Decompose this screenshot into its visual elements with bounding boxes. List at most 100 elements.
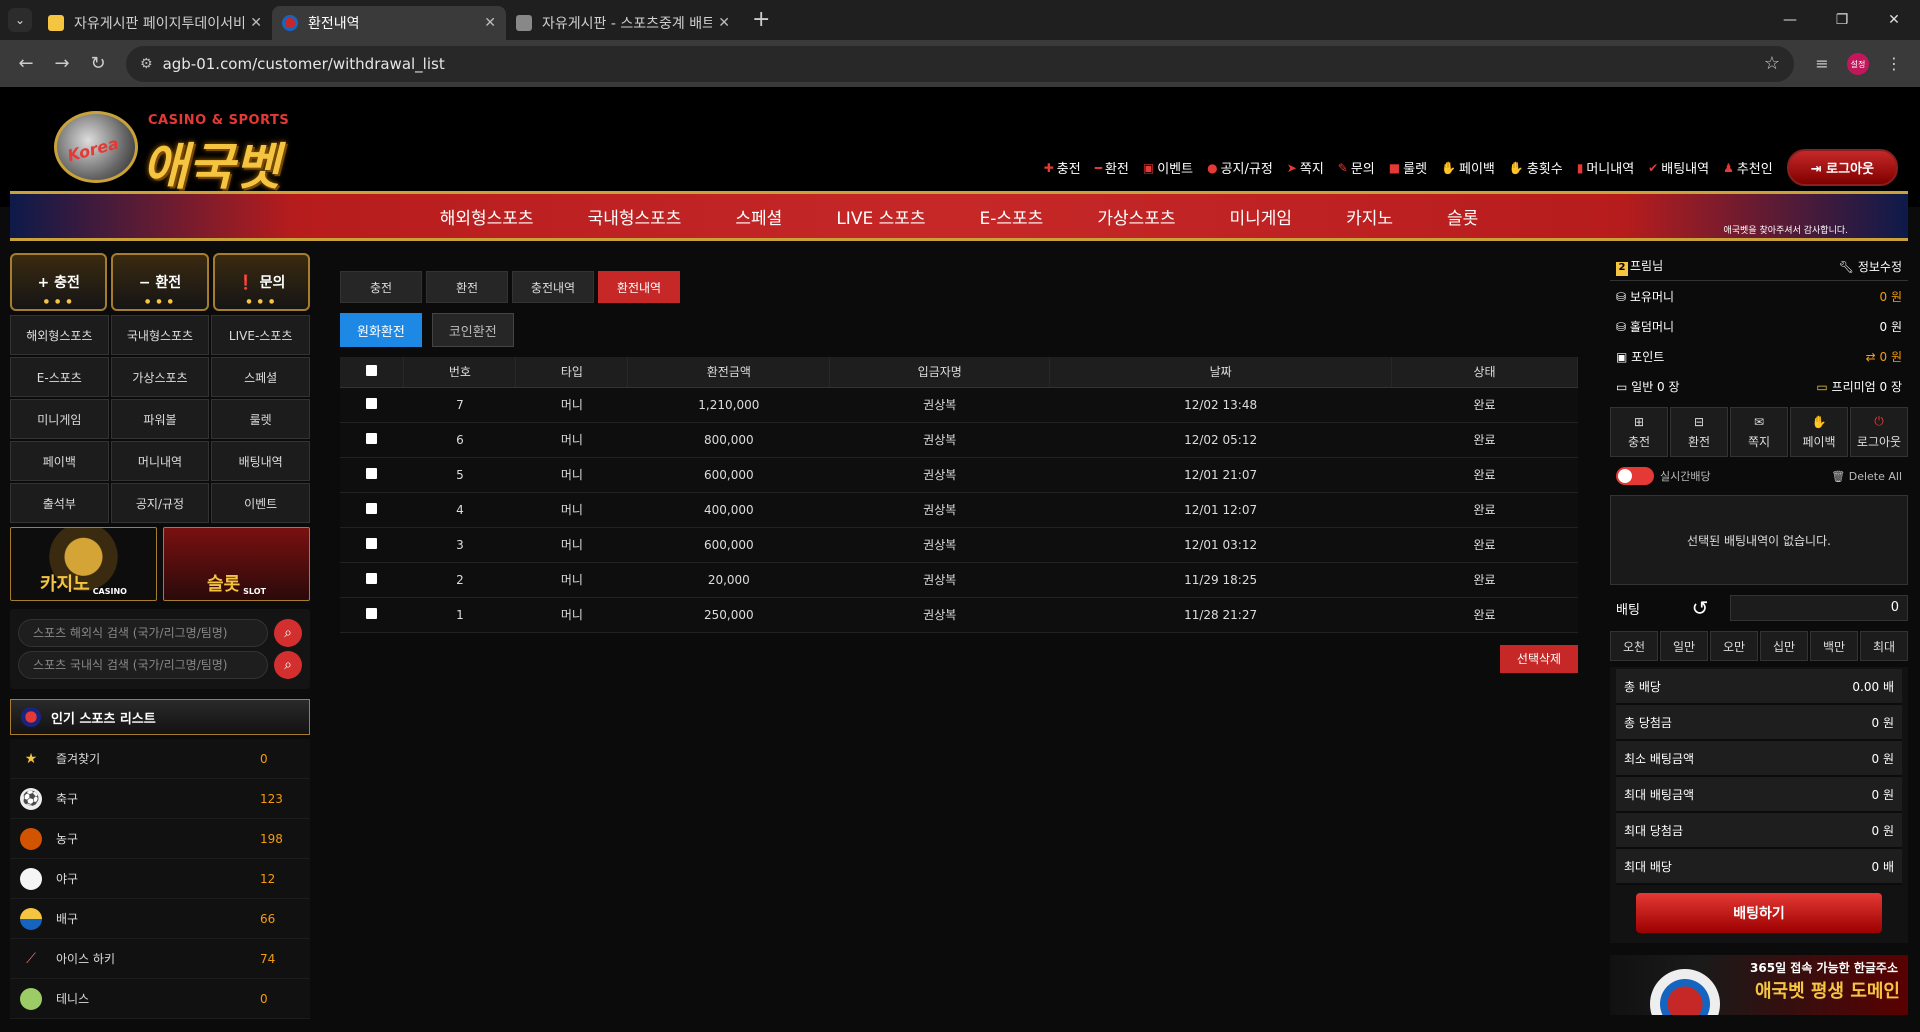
topmenu-message[interactable]: ➤ 쪽지 (1287, 158, 1324, 178)
left-menu-item[interactable]: LIVE-스포츠 (211, 315, 310, 355)
point-convert[interactable]: ⇄ 0 원 (1866, 348, 1902, 365)
slot-banner[interactable]: 슬롯 SLOT (163, 527, 310, 601)
new-tab-button[interactable]: + (752, 7, 770, 32)
sport-row[interactable]: ★ 즐겨찾기 0 (10, 739, 310, 779)
topmenu-charge[interactable]: ✚ 충전 (1044, 158, 1081, 178)
topmenu-charge-count[interactable]: ✋ 충횟수 (1509, 158, 1563, 178)
nav-overseas-sports[interactable]: 해외형스포츠 (440, 204, 534, 229)
topmenu-withdraw[interactable]: ━ 환전 (1095, 158, 1129, 178)
left-menu-item[interactable]: 미니게임 (10, 399, 109, 439)
left-menu-item[interactable]: 룰렛 (211, 399, 310, 439)
tab-withdraw[interactable]: 환전 (426, 271, 508, 303)
topmenu-inquiry[interactable]: ✎ 문의 (1338, 158, 1375, 178)
minimize-icon[interactable]: — (1764, 0, 1816, 40)
action-withdraw-button[interactable]: ⊟ 환전 (1670, 407, 1728, 457)
sport-row[interactable]: 배구 66 (10, 899, 310, 939)
amount-50000-button[interactable]: 오만 (1710, 631, 1758, 661)
action-charge-button[interactable]: ⊞ 충전 (1610, 407, 1668, 457)
nav-special[interactable]: 스페셜 (735, 204, 782, 229)
nav-live-sports[interactable]: LIVE 스포츠 (836, 204, 925, 229)
tab-search-dropdown[interactable]: ⌄ (8, 8, 32, 32)
reload-icon[interactable]: ↻ (80, 53, 116, 74)
left-menu-item[interactable]: 파워볼 (110, 399, 210, 439)
left-menu-item[interactable]: 국내형스포츠 (110, 315, 210, 355)
left-menu-item[interactable]: 페이백 (10, 441, 109, 481)
overseas-search-input[interactable]: 스포츠 해외식 검색 (국가/리그명/팀명) (18, 619, 268, 647)
action-logout-button[interactable]: ⏻ 로그아웃 (1850, 407, 1908, 457)
close-tab-icon[interactable]: ✕ (484, 15, 496, 31)
place-bet-button[interactable]: 배팅하기 (1636, 893, 1882, 933)
row-checkbox[interactable] (340, 492, 404, 528)
sport-row[interactable]: 농구 198 (10, 819, 310, 859)
edit-profile-link[interactable]: 🔧︎ 정보수정 (1839, 258, 1902, 275)
site-info-icon[interactable]: ⚙ (140, 56, 153, 72)
nav-casino[interactable]: 카지노 (1346, 204, 1393, 229)
nav-minigame[interactable]: 미니게임 (1230, 204, 1293, 229)
action-payback-button[interactable]: ✋ 페이백 (1790, 407, 1848, 457)
quick-inquiry-button[interactable]: ❗ 문의 (212, 253, 310, 311)
row-checkbox[interactable] (340, 597, 404, 633)
row-checkbox[interactable] (340, 422, 404, 458)
realtime-odds-toggle[interactable] (1616, 467, 1654, 485)
close-tab-icon[interactable]: ✕ (718, 15, 730, 31)
left-menu-item[interactable]: 공지/규정 (110, 483, 210, 523)
topmenu-roulette[interactable]: ■ 룰렛 (1389, 158, 1427, 178)
bet-amount-input[interactable]: 0 (1730, 595, 1908, 621)
topmenu-money-history[interactable]: ▮ 머니내역 (1577, 158, 1634, 178)
left-menu-item[interactable]: 머니내역 (110, 441, 210, 481)
left-menu-item[interactable]: 배팅내역 (211, 441, 310, 481)
nav-slot[interactable]: 슬롯 (1447, 204, 1478, 229)
nav-esports[interactable]: E-스포츠 (980, 204, 1044, 229)
reset-icon[interactable]: ↺ (1670, 596, 1730, 620)
left-menu-item[interactable]: E-스포츠 (10, 357, 109, 397)
tab-charge-history[interactable]: 충전내역 (512, 271, 594, 303)
sport-row[interactable]: 야구 12 (10, 859, 310, 899)
close-window-icon[interactable]: ✕ (1868, 0, 1920, 40)
topmenu-bet-history[interactable]: ✔ 배팅내역 (1648, 158, 1709, 178)
url-field[interactable]: ⚙ agb-01.com/customer/withdrawal_list ☆ (126, 45, 1794, 82)
restore-icon[interactable]: ❐ (1816, 0, 1868, 40)
amount-5000-button[interactable]: 오천 (1610, 631, 1658, 661)
select-all-checkbox[interactable] (340, 357, 405, 388)
topmenu-event[interactable]: ▣ 이벤트 (1143, 158, 1193, 178)
topmenu-payback[interactable]: ✋ 페이백 (1441, 158, 1495, 178)
delete-all-button[interactable]: 🗑︎ Delete All (1831, 470, 1902, 483)
browser-tab-1[interactable]: 자유게시판 페이지투데이서비 ✕ (38, 6, 272, 40)
subtab-coin[interactable]: 코인환전 (431, 313, 514, 347)
nav-virtual-sports[interactable]: 가상스포츠 (1097, 204, 1175, 229)
browser-tab-3[interactable]: 자유게시판 - 스포츠중계 배트맨 ✕ (506, 6, 740, 40)
left-menu-item[interactable]: 가상스포츠 (110, 357, 210, 397)
amount-100000-button[interactable]: 십만 (1760, 631, 1808, 661)
sport-row[interactable]: ⚽ 축구 123 (10, 779, 310, 819)
search-icon[interactable]: ⌕ (274, 651, 302, 679)
left-menu-item[interactable]: 이벤트 (211, 483, 310, 523)
tab-withdraw-history[interactable]: 환전내역 (598, 271, 680, 303)
casino-banner[interactable]: 카지노 CASINO (10, 527, 157, 601)
row-checkbox[interactable] (340, 457, 404, 493)
domestic-search-input[interactable]: 스포츠 국내식 검색 (국가/리그명/팀명) (18, 651, 268, 679)
forward-icon[interactable]: → (44, 53, 80, 74)
left-menu-item[interactable]: 출석부 (10, 483, 109, 523)
row-checkbox[interactable] (340, 562, 404, 598)
back-icon[interactable]: ← (8, 53, 44, 74)
subtab-krw[interactable]: 원화환전 (340, 313, 422, 347)
quick-withdraw-button[interactable]: − 환전 (111, 253, 209, 311)
bookmark-star-icon[interactable]: ☆ (1764, 53, 1780, 74)
nav-domestic-sports[interactable]: 국내형스포츠 (588, 204, 682, 229)
tab-charge[interactable]: 충전 (340, 271, 422, 303)
logout-button[interactable]: ⇥ 로그아웃 (1786, 149, 1898, 186)
left-menu-item[interactable]: 해외형스포츠 (10, 315, 109, 355)
topmenu-referral[interactable]: ♟ 추천인 (1723, 158, 1773, 178)
domain-ad-banner[interactable]: 365일 접속 가능한 한글주소 애국벳 평생 도메인 (1610, 955, 1908, 1015)
row-checkbox[interactable] (340, 527, 404, 563)
topmenu-notice[interactable]: ● 공지/규정 (1207, 158, 1273, 178)
quick-charge-button[interactable]: + 충전 (10, 253, 108, 311)
row-checkbox[interactable] (340, 387, 404, 423)
close-tab-icon[interactable]: ✕ (250, 15, 262, 31)
delete-selected-button[interactable]: 선택삭제 (1500, 644, 1578, 673)
amount-max-button[interactable]: 최대 (1860, 631, 1908, 661)
sport-row[interactable]: ⟋ 아이스 하키 74 (10, 939, 310, 979)
amount-1000000-button[interactable]: 백만 (1810, 631, 1858, 661)
reading-list-icon[interactable]: ≡ (1804, 54, 1840, 73)
amount-10000-button[interactable]: 일만 (1660, 631, 1708, 661)
